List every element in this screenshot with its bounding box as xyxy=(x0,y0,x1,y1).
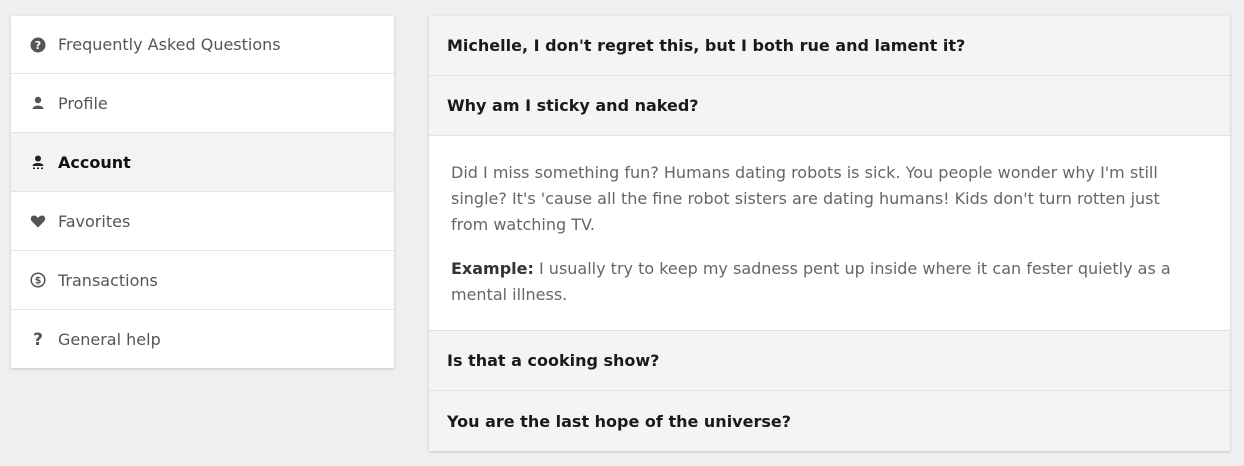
sidebar-item-profile[interactable]: Profile xyxy=(11,74,394,133)
sidebar-item-favorites[interactable]: Favorites xyxy=(11,192,394,251)
user-icon xyxy=(30,95,46,111)
sidebar-item-label: Favorites xyxy=(58,211,131,231)
dollar-circle-icon: $ xyxy=(30,272,46,288)
sidebar-item-account[interactable]: Account xyxy=(11,133,394,192)
svg-text:?: ? xyxy=(33,331,43,347)
sidebar-item-label: Transactions xyxy=(58,270,158,290)
faq-question-2[interactable]: Why am I sticky and naked? xyxy=(429,76,1230,136)
account-icon xyxy=(30,154,46,170)
svg-text:$: $ xyxy=(35,276,42,287)
sidebar-item-label: Frequently Asked Questions xyxy=(58,35,281,54)
sidebar-item-faq[interactable]: ? Frequently Asked Questions xyxy=(11,16,394,74)
sidebar-item-label: Profile xyxy=(58,93,108,113)
question-circle-icon: ? xyxy=(30,37,46,53)
question-mark-icon: ? xyxy=(30,331,46,347)
sidebar-item-transactions[interactable]: $ Transactions xyxy=(11,251,394,310)
answer-text: Did I miss something fun? Humans dating … xyxy=(451,163,1160,234)
faq-accordion: Michelle, I don't regret this, but I bot… xyxy=(429,16,1230,451)
example-label: Example: xyxy=(451,259,534,278)
faq-question-3[interactable]: Is that a cooking show? xyxy=(429,331,1230,391)
sidebar-item-label: Account xyxy=(58,152,131,172)
svg-text:?: ? xyxy=(35,39,41,52)
answer-example: Example: I usually try to keep my sadnes… xyxy=(451,256,1200,308)
faq-answer: Did I miss something fun? Humans dating … xyxy=(429,136,1230,331)
sidebar-item-label: General help xyxy=(58,329,161,349)
sidebar-item-general-help[interactable]: ? General help xyxy=(11,310,394,368)
faq-question-4[interactable]: You are the last hope of the universe? xyxy=(429,391,1230,451)
faq-question-1[interactable]: Michelle, I don't regret this, but I bot… xyxy=(429,16,1230,76)
sidebar-menu: ? Frequently Asked Questions Profile Acc… xyxy=(11,16,394,368)
example-text: I usually try to keep my sadness pent up… xyxy=(451,259,1171,304)
heart-icon xyxy=(30,213,46,229)
